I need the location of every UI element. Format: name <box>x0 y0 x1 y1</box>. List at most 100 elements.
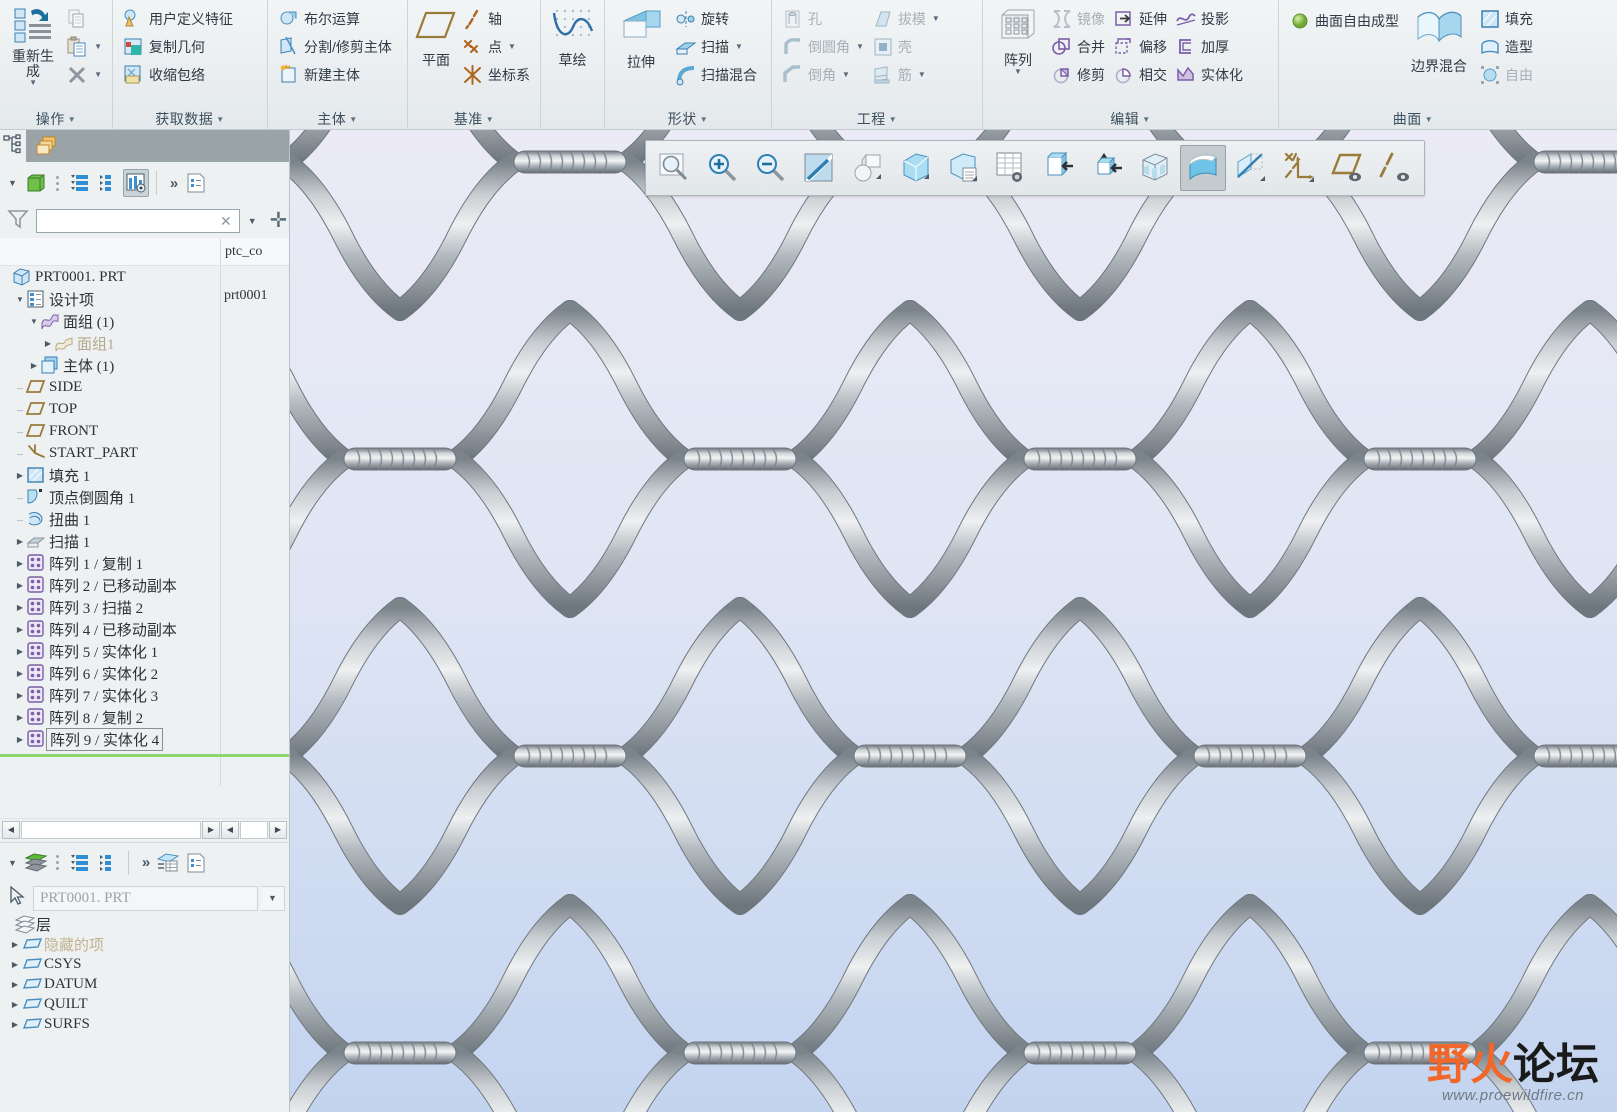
view-manager-icon[interactable] <box>940 145 986 191</box>
tree-options-icon[interactable] <box>183 169 209 197</box>
merge-button[interactable]: 合并 <box>1047 33 1109 60</box>
regenerate-button[interactable]: 重新生成 ▼ <box>6 3 60 87</box>
layer-expand-icon[interactable] <box>95 849 121 877</box>
chevron-down-icon[interactable]: ▼ <box>918 70 926 79</box>
expand-collapse-toggle[interactable]: ▶ <box>8 960 22 969</box>
expand-collapse-toggle[interactable]: ▶ <box>14 581 26 590</box>
select-arrow-icon[interactable] <box>4 885 30 911</box>
sweep-button[interactable]: 扫描 ▼ <box>671 33 761 60</box>
model-tree-item[interactable]: ▶ 阵列 9 / 实体化 4 <box>0 727 289 751</box>
expand-collapse-toggle[interactable]: ▶ <box>8 1000 22 1009</box>
shell-button[interactable]: 壳 <box>868 33 944 60</box>
expand-collapse-toggle[interactable]: ▶ <box>28 361 40 370</box>
expand-collapse-toggle[interactable]: ▼ <box>28 317 40 326</box>
trim-button[interactable]: 修剪 <box>1047 61 1109 88</box>
layer-model-name[interactable]: PRT0001. PRT <box>33 885 258 911</box>
chevron-down-icon[interactable]: ▼ <box>856 42 864 51</box>
hole-button[interactable]: 孔 <box>778 5 868 32</box>
spin-center-icon[interactable] <box>1084 145 1130 191</box>
expand-collapse-toggle[interactable]: ▶ <box>14 603 26 612</box>
model-tree-item[interactable]: – SIDE <box>0 376 289 398</box>
model-tree-item[interactable]: – FRONT <box>0 420 289 442</box>
swept-blend-button[interactable]: 扫描混合 <box>671 61 761 88</box>
layer-filter-icon[interactable] <box>67 849 93 877</box>
revolve-button[interactable]: 旋转 <box>671 5 761 32</box>
tree-columns-icon[interactable] <box>122 169 149 197</box>
repaint-icon[interactable] <box>796 145 842 191</box>
axis-display-icon[interactable] <box>1372 145 1418 191</box>
offset-button[interactable]: 偏移 <box>1109 33 1171 60</box>
layer-table-icon[interactable] <box>988 145 1034 191</box>
copy-geometry-button[interactable]: 复制几何 <box>119 33 237 60</box>
datum-axis-button[interactable]: 轴 <box>458 5 534 32</box>
model-tree-item[interactable]: ▼ 面组 (1) <box>0 310 289 332</box>
clear-filter-icon[interactable]: ✕ <box>217 213 235 230</box>
expand-collapse-toggle[interactable]: ▶ <box>14 691 26 700</box>
scroll-track[interactable] <box>21 820 201 839</box>
shrinkwrap-button[interactable]: 收缩包络 <box>119 61 237 88</box>
layer-tree-item[interactable]: ▶ SURFS <box>0 1014 289 1034</box>
model-tree-search-input[interactable] <box>41 213 217 229</box>
model-tree-item[interactable]: ▶ 填充 1 <box>0 464 289 486</box>
fill-button[interactable]: 填充 <box>1475 5 1537 32</box>
expand-collapse-toggle[interactable]: ▶ <box>14 537 26 546</box>
expand-collapse-toggle[interactable]: ▶ <box>42 339 54 348</box>
model-tree-item[interactable]: ▶ 扫描 1 <box>0 530 289 552</box>
chevron-down-icon[interactable]: ▼ <box>932 14 940 23</box>
model-tree-item[interactable]: ▶ 面组1 <box>0 332 289 354</box>
chevron-down-icon[interactable]: ▼ <box>842 70 850 79</box>
model-tree-item[interactable]: – TOP <box>0 398 289 420</box>
layer-tree-item[interactable]: ▶ CSYS <box>0 954 289 974</box>
model-tree-item[interactable]: ▶ 阵列 3 / 扫描 2 <box>0 596 289 618</box>
expand-collapse-toggle[interactable]: ▶ <box>8 1020 22 1029</box>
draft-button[interactable]: 拔模 ▼ <box>868 5 944 32</box>
model-tree-item[interactable]: ▶ 阵列 5 / 实体化 1 <box>0 640 289 662</box>
scroll-left-button-2[interactable]: ◀ <box>221 820 239 839</box>
chevron-down-icon[interactable]: ▼ <box>735 42 743 51</box>
chevron-down-icon[interactable]: ▼ <box>94 70 102 79</box>
model-tree-item[interactable]: – START_PART <box>0 442 289 464</box>
zoom-out-icon[interactable] <box>748 145 794 191</box>
expand-collapse-toggle[interactable]: ▶ <box>14 713 26 722</box>
scroll-right-button-2[interactable]: ▶ <box>269 820 287 839</box>
expand-collapse-toggle[interactable]: ▶ <box>14 471 26 480</box>
expand-collapse-toggle[interactable]: ▶ <box>14 669 26 678</box>
boundary-blend-button[interactable]: 边界混合 <box>1407 3 1471 74</box>
udf-button[interactable]: 用户定义特征 <box>119 5 237 32</box>
model-tree-item[interactable]: PRT0001. PRT <box>0 266 289 288</box>
solidify-button[interactable]: 实体化 <box>1171 61 1247 88</box>
model-tree-nav-icon[interactable] <box>3 133 23 159</box>
layer-tree-item[interactable]: ▶ QUILT <box>0 994 289 1014</box>
expand-collapse-toggle[interactable]: ▶ <box>8 980 22 989</box>
model-tree-item[interactable]: ▶ 阵列 6 / 实体化 2 <box>0 662 289 684</box>
annotation-display-icon[interactable] <box>1036 145 1082 191</box>
style-button[interactable]: 造型 <box>1475 33 1537 60</box>
perspective-view-icon[interactable] <box>844 145 890 191</box>
csys-display-icon[interactable] <box>1276 145 1322 191</box>
expand-collapse-toggle[interactable]: ▶ <box>14 735 26 744</box>
expand-collapse-toggle[interactable]: ▶ <box>14 559 26 568</box>
expand-collapse-toggle[interactable]: ▶ <box>14 647 26 656</box>
scroll-right-button[interactable]: ▶ <box>202 820 220 839</box>
datum-point-button[interactable]: 点 ▼ <box>458 33 534 60</box>
datum-csys-button[interactable]: 坐标系 <box>458 61 534 88</box>
intersect-button[interactable]: 相交 <box>1109 61 1171 88</box>
refit-icon[interactable] <box>652 145 698 191</box>
layer-tree-item[interactable]: 层 <box>0 914 289 934</box>
tree-filter-settings-icon[interactable] <box>67 169 93 197</box>
layer-model-dropdown-icon[interactable]: ▼ <box>261 885 285 911</box>
tree-expand-icon[interactable] <box>95 169 121 197</box>
model-tree-scrollbar[interactable]: ◀ ▶ ◀ ▶ <box>0 818 289 840</box>
add-filter-icon[interactable]: ✛ <box>265 210 293 231</box>
model-tree-item[interactable]: ▶ 阵列 4 / 已移动副本 <box>0 618 289 640</box>
chamfer-button[interactable]: 倒角 ▼ <box>778 61 868 88</box>
drag-handle[interactable] <box>55 855 60 870</box>
model-tree-item[interactable]: ▶ 主体 (1) <box>0 354 289 376</box>
expand-collapse-toggle[interactable]: ▶ <box>8 940 22 949</box>
layer-options-icon[interactable] <box>183 849 209 877</box>
model-tree-show-icon[interactable] <box>23 169 49 197</box>
delete-button[interactable]: ▼ <box>62 61 106 88</box>
overflow-chevron-icon[interactable]: » <box>136 854 153 871</box>
freeform-button[interactable]: 自由 <box>1475 61 1537 88</box>
scroll-left-button[interactable]: ◀ <box>2 820 20 839</box>
